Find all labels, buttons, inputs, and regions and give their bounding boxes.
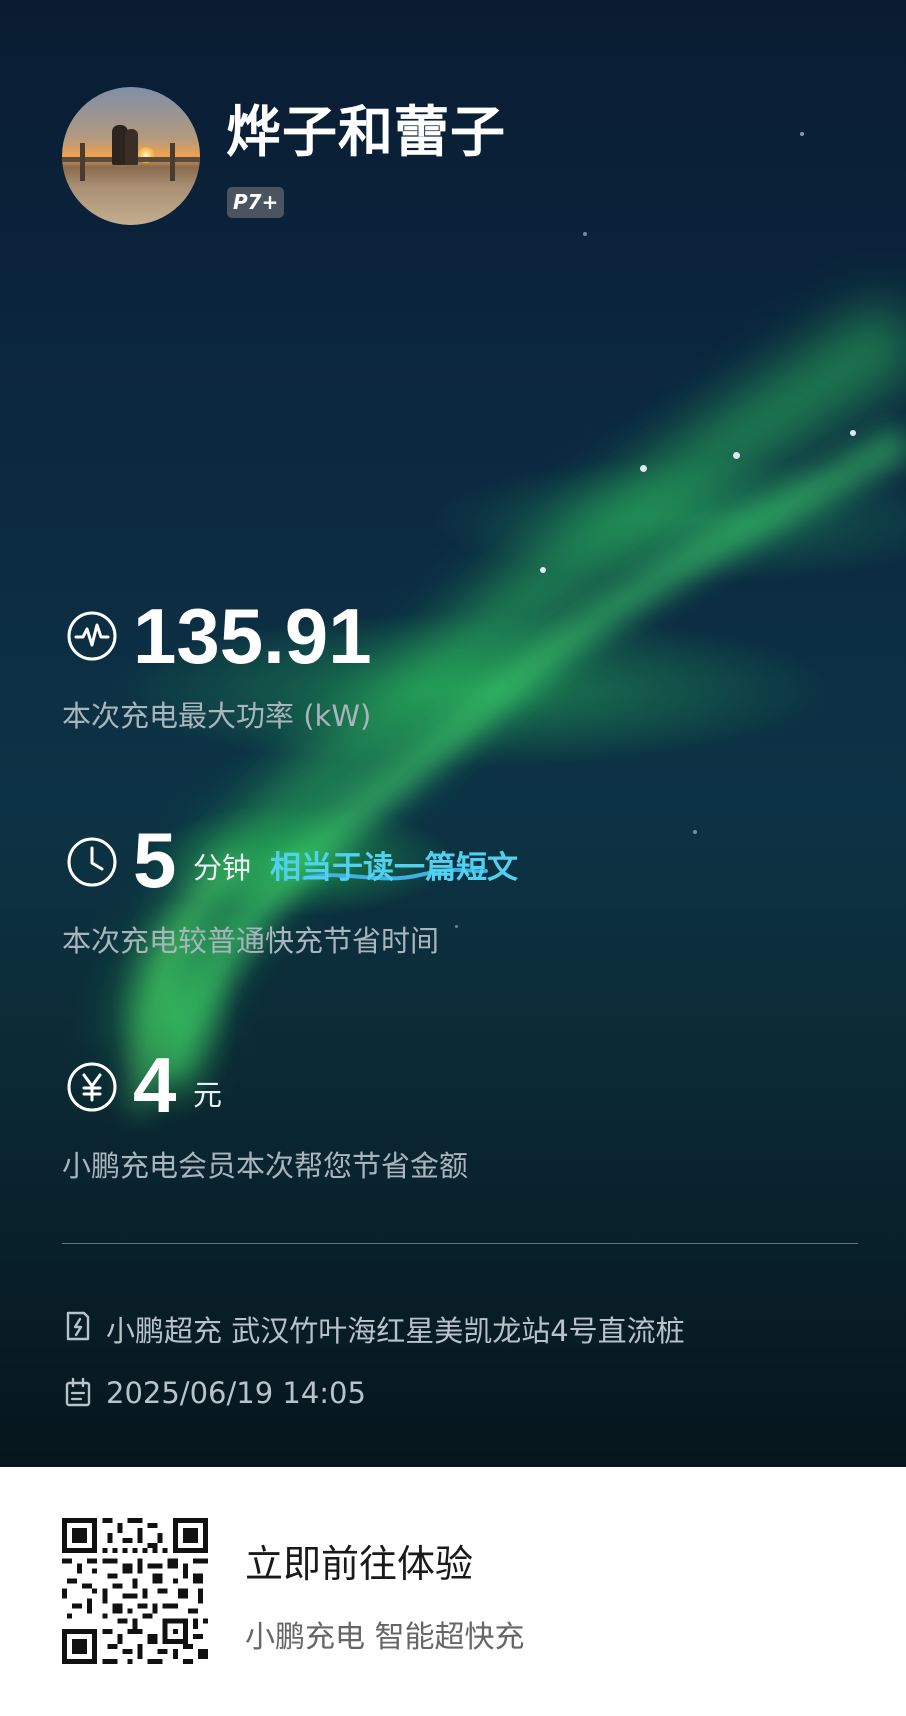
time-saved-value: 5	[133, 816, 177, 904]
money-saved-caption: 小鹏充电会员本次帮您节省金额	[62, 1149, 469, 1183]
charging-station-icon	[66, 1311, 90, 1341]
divider	[62, 1243, 858, 1244]
time-saved-caption: 本次充电较普通快充节省时间	[62, 924, 440, 958]
star	[640, 465, 647, 472]
vehicle-badge: P7+	[227, 187, 285, 218]
star	[693, 830, 697, 834]
star	[850, 430, 856, 436]
time-saved-unit: 分钟	[193, 851, 252, 885]
calendar-icon	[65, 1377, 91, 1407]
charge-datetime: 2025/06/19 14:05	[106, 1376, 366, 1410]
power-pulse-icon	[67, 611, 117, 661]
clock-icon	[67, 837, 117, 887]
max-power-value: 135.91	[133, 592, 372, 680]
money-saved-value: 4	[133, 1041, 177, 1129]
max-power-caption: 本次充电最大功率 (kW)	[62, 699, 372, 733]
star	[540, 567, 546, 573]
username: 烨子和蕾子	[226, 100, 507, 164]
time-comparison-text: 相当于读一篇短文	[270, 850, 518, 886]
star	[455, 925, 458, 928]
qr-code[interactable]	[62, 1518, 208, 1664]
cta-title[interactable]: 立即前往体验	[245, 1533, 473, 1588]
star	[800, 132, 804, 136]
yuan-icon	[67, 1062, 117, 1112]
star	[583, 232, 587, 236]
money-saved-unit: 元	[193, 1078, 223, 1112]
star	[733, 452, 740, 459]
avatar[interactable]	[62, 87, 200, 225]
station-name: 小鹏超充 武汉竹叶海红星美凯龙站4号直流桩	[106, 1314, 685, 1348]
share-poster: 烨子和蕾子 P7+ 135.91 本次充电最大功率 (kW) 5 分钟 相当于读…	[0, 0, 906, 1467]
cta-subtitle: 小鹏充电 智能超快充	[245, 1620, 525, 1655]
